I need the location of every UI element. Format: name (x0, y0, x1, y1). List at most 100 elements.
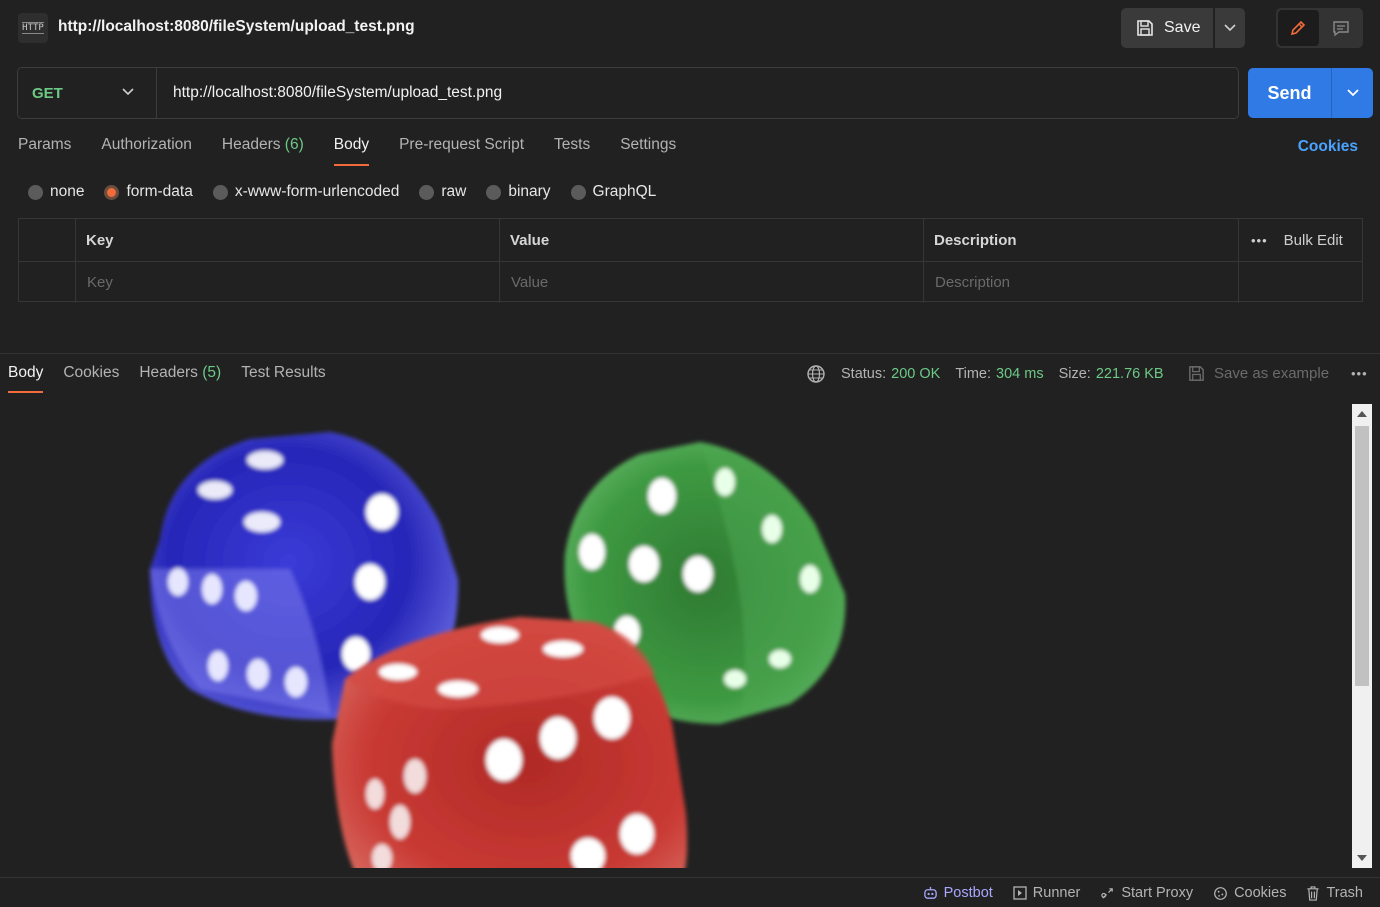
red-die (332, 617, 688, 868)
trash-label: Trash (1326, 885, 1363, 901)
value-input[interactable]: Value (500, 262, 924, 303)
key-input[interactable]: Key (76, 262, 500, 303)
response-tab-headers[interactable]: Headers (5) (139, 364, 221, 393)
table-row: Key Value Description (19, 261, 1362, 303)
tab-tests[interactable]: Tests (554, 136, 590, 166)
response-tab-test-results[interactable]: Test Results (241, 364, 325, 393)
radio-urlencoded[interactable]: x-www-form-urlencoded (212, 183, 400, 201)
body-type-selector: none form-data x-www-form-urlencoded raw… (28, 183, 676, 201)
save-icon (1189, 366, 1204, 381)
start-proxy-label: Start Proxy (1121, 885, 1194, 901)
radio-indicator (570, 184, 586, 200)
save-as-example-button[interactable]: Save as example (1187, 364, 1329, 383)
request-tabs: Params Authorization Headers (6) Body Pr… (18, 136, 706, 166)
response-tab-headers-label: Headers (139, 364, 198, 381)
tab-headers-label: Headers (221, 136, 281, 153)
send-button[interactable]: Send (1248, 68, 1332, 118)
radio-graphql[interactable]: GraphQL (570, 183, 656, 201)
chevron-down-icon (1224, 24, 1236, 32)
description-input[interactable]: Description (924, 262, 1239, 303)
start-proxy-button[interactable]: Start Proxy (1100, 885, 1193, 901)
radio-raw[interactable]: raw (419, 183, 466, 201)
table-actions: ••• Bulk Edit (1239, 219, 1362, 261)
request-header: HTTP http://localhost:8080/fileSystem/up… (0, 0, 1380, 56)
method-select[interactable]: GET (18, 68, 157, 118)
response-meta: Status: 200 OK Time: 304 ms Size: 221.76 KB (806, 364, 1179, 384)
comment-icon (1333, 21, 1349, 37)
scroll-thumb[interactable] (1355, 426, 1369, 686)
checkbox-column-header (19, 219, 76, 261)
trash-button[interactable]: Trash (1306, 885, 1363, 901)
globe-icon[interactable] (806, 364, 826, 384)
save-as-example-label: Save as example (1214, 365, 1330, 382)
tab-settings[interactable]: Settings (620, 136, 676, 166)
request-title[interactable]: http://localhost:8080/fileSystem/upload_… (58, 18, 415, 36)
url-bar: GET (17, 67, 1239, 119)
radio-binary[interactable]: binary (486, 183, 551, 201)
response-tabs: Body Cookies Headers (5) Test Results (8, 364, 346, 393)
tab-headers[interactable]: Headers (6) (222, 136, 304, 166)
runner-icon (1013, 886, 1027, 900)
radio-indicator (419, 184, 435, 200)
pencil-icon (1291, 20, 1306, 36)
url-input[interactable] (157, 68, 1238, 118)
view-mode-toggle (1276, 8, 1363, 48)
radio-indicator-selected (104, 184, 120, 200)
send-group: Send (1248, 68, 1373, 118)
http-icon: HTTP (18, 13, 48, 43)
response-scrollbar[interactable] (1352, 404, 1372, 868)
radio-none[interactable]: none (28, 183, 84, 201)
cookies-footer-label: Cookies (1234, 885, 1287, 901)
trash-icon (1307, 885, 1320, 901)
postbot-button[interactable]: Postbot (923, 885, 993, 901)
scroll-down-arrow[interactable] (1357, 855, 1367, 861)
save-button[interactable]: Save (1121, 8, 1213, 48)
response-more-icon[interactable]: ••• (1351, 366, 1368, 381)
scroll-up-arrow[interactable] (1357, 411, 1367, 417)
response-headers-count: (5) (202, 364, 222, 381)
save-group: Save (1121, 8, 1245, 48)
key-column-header: Key (76, 219, 500, 261)
radio-indicator (28, 184, 43, 200)
save-icon (1137, 20, 1153, 36)
chevron-down-icon (1346, 89, 1359, 97)
tab-authorization[interactable]: Authorization (101, 136, 191, 166)
dice-image (150, 432, 846, 868)
runner-button[interactable]: Runner (1013, 885, 1081, 901)
radio-indicator (486, 184, 502, 200)
status-bar: Postbot Runner Start Proxy Cookies Trash (0, 877, 1380, 907)
postbot-icon (923, 886, 937, 899)
pane-divider[interactable] (0, 353, 1380, 354)
radio-form-data[interactable]: form-data (104, 183, 193, 201)
more-options-icon[interactable]: ••• (1251, 233, 1268, 248)
size-value[interactable]: 221.76 KB (1096, 366, 1164, 382)
response-image-preview (0, 404, 1350, 868)
radio-urlencoded-label: x-www-form-urlencoded (234, 183, 400, 200)
send-dropdown-button[interactable] (1332, 68, 1373, 118)
time-value[interactable]: 304 ms (996, 366, 1044, 382)
tab-prerequest-script[interactable]: Pre-request Script (399, 136, 524, 166)
save-dropdown-button[interactable] (1215, 8, 1245, 48)
response-tab-body[interactable]: Body (8, 364, 44, 393)
runner-label: Runner (1032, 885, 1081, 901)
cookies-link[interactable]: Cookies (1298, 138, 1358, 156)
radio-form-data-label: form-data (126, 183, 193, 200)
cookies-button[interactable]: Cookies (1213, 885, 1286, 901)
postbot-label: Postbot (943, 885, 993, 901)
method-label: GET (32, 84, 63, 102)
response-tab-cookies[interactable]: Cookies (63, 364, 119, 393)
tab-body[interactable]: Body (333, 136, 370, 166)
form-data-table: Key Value Description ••• Bulk Edit Key … (18, 218, 1363, 303)
radio-none-label: none (50, 183, 85, 200)
radio-raw-label: raw (441, 183, 467, 200)
bulk-edit-button[interactable]: Bulk Edit (1284, 232, 1343, 249)
http-icon-label: HTTP (22, 22, 44, 34)
edit-mode-button[interactable] (1278, 10, 1319, 46)
size-label: Size: (1058, 366, 1091, 382)
status-label: Status: (841, 366, 887, 382)
tab-params[interactable]: Params (18, 136, 71, 166)
status-value[interactable]: 200 OK (891, 366, 940, 382)
comments-button[interactable] (1321, 10, 1362, 46)
description-column-header: Description (924, 219, 1239, 261)
row-actions-cell (1239, 262, 1362, 303)
